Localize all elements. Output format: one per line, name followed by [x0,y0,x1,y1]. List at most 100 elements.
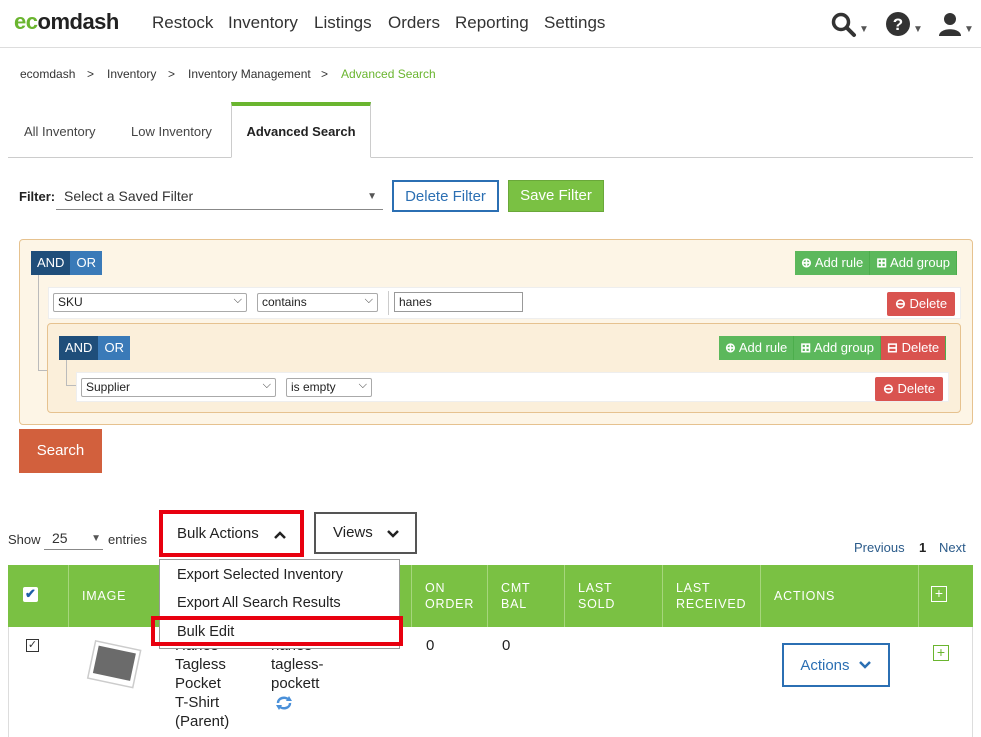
rule-operator-value: is empty [291,380,336,394]
search-button[interactable]: Search [19,429,102,473]
product-name-line: (Parent) [175,713,230,730]
delete-group-button[interactable]: ⊟ Delete [881,336,947,360]
user-icon[interactable]: ▼ [939,12,974,42]
chevron-down-icon: ⌵ [233,294,242,306]
chevron-down-icon [387,530,399,538]
column-last-sold[interactable]: LAST SOLD [578,580,615,612]
column-divider [918,565,919,627]
sku-line: pockett [271,675,320,692]
delete-filter-button[interactable]: Delete Filter [392,180,499,212]
menu-export-all-search-results[interactable]: Export All Search Results [177,595,341,611]
column-on-order[interactable]: ON ORDER [425,580,474,612]
add-group-button[interactable]: ⊞ Add group [794,336,882,360]
and-or-toggle[interactable]: AND OR [31,251,102,275]
column-sold-line2: SOLD [578,597,616,611]
on-order-value: 0 [426,637,435,654]
add-group-button[interactable]: ⊞ Add group [870,251,958,275]
delete-rule-button[interactable]: ⊖ Delete [875,377,944,401]
nav-orders[interactable]: Orders [388,13,440,33]
column-recv-line1: LAST [676,581,711,595]
add-group-label: Add group [890,255,951,270]
pagination-previous[interactable]: Previous [854,540,905,555]
chevron-down-icon: ⌵ [262,379,271,391]
column-divider [487,565,488,627]
column-divider [411,565,412,627]
show-label: Show [8,532,41,547]
pagination-page-1[interactable]: 1 [919,540,926,555]
column-divider [760,565,761,627]
delete-label: Delete [909,296,948,311]
views-button[interactable]: Views [314,512,417,554]
product-name-line: Tagless [175,656,226,673]
rule-operator-select[interactable]: is empty ⌵ [286,378,372,397]
plus-circle-icon: ⊕ [801,255,812,270]
ecomdash-logo[interactable]: ecomdash [14,9,119,35]
rule-field-select[interactable]: Supplier ⌵ [81,378,276,397]
sync-icon[interactable] [275,696,293,710]
sku-line: tagless- [271,656,324,673]
bulk-actions-label: Bulk Actions [177,525,259,542]
column-on-order-line2: ORDER [425,597,475,611]
tab-low-inventory[interactable]: Low Inventory [131,124,212,139]
pagination-next[interactable]: Next [939,540,966,555]
row-checkbox[interactable]: ✓ [26,639,39,652]
chevron-down-icon [858,661,871,669]
or-option[interactable]: OR [98,336,130,360]
divider [388,291,389,315]
nested-and-or-toggle[interactable]: AND OR [59,336,130,360]
column-divider [662,565,663,627]
help-icon[interactable]: ? ▼ [886,12,923,42]
tab-all-inventory[interactable]: All Inventory [24,124,96,139]
expand-row-icon[interactable]: + [933,645,949,661]
product-name-line: Pocket [175,675,221,692]
and-option[interactable]: AND [31,251,71,275]
nav-reporting[interactable]: Reporting [455,13,529,33]
entries-count: 25 [52,530,68,546]
or-option[interactable]: OR [70,251,102,275]
bulk-edit-highlight [151,616,403,646]
logo-e: e [14,9,26,34]
saved-filter-select[interactable]: Select a Saved Filter ▼ [56,186,383,210]
delete-label: Delete [901,340,940,355]
column-image[interactable]: IMAGE [82,588,126,604]
rule-value-input[interactable]: hanes [394,292,523,312]
column-cmt-bal[interactable]: CMT BAL [501,580,530,612]
nav-settings[interactable]: Settings [544,13,605,33]
nav-restock[interactable]: Restock [152,13,213,33]
add-group-label: Add group [814,340,875,355]
breadcrumb-ecomdash[interactable]: ecomdash [20,67,75,81]
search-icon[interactable]: ▼ [831,12,869,44]
rule-operator-select[interactable]: contains ⌵ [257,293,378,312]
select-all-checkbox[interactable]: ✔ [23,587,38,602]
plus-circle-icon: ⊕ [725,340,736,355]
expand-all-icon[interactable]: + [931,586,947,602]
and-option[interactable]: AND [59,336,99,360]
delete-label: Delete [897,381,936,396]
top-navbar: ecomdash Restock Inventory Listings Orde… [0,0,981,48]
menu-export-selected-inventory[interactable]: Export Selected Inventory [177,567,343,583]
column-last-received[interactable]: LAST RECEIVED [676,580,746,612]
rule-field-select[interactable]: SKU ⌵ [53,293,247,312]
breadcrumb-inventory-management[interactable]: Inventory Management [188,67,311,81]
entries-select[interactable]: 25 ▼ [44,528,103,550]
views-label: Views [333,524,373,541]
add-rule-button[interactable]: ⊕ Add rule [795,251,871,275]
cmt-bal-value: 0 [502,637,511,654]
plus-square-icon: ⊞ [876,255,888,270]
breadcrumb-separator: > [168,67,176,81]
logo-o: c [25,9,38,34]
chevron-down-icon: ▼ [964,24,974,35]
bulk-actions-button[interactable]: Bulk Actions [159,510,304,557]
product-name[interactable]: Hanes Tagless Pocket T-Shirt (Parent) [175,636,229,731]
breadcrumb-inventory[interactable]: Inventory [107,67,156,81]
row-actions-button[interactable]: Actions [782,643,890,687]
tab-advanced-search[interactable]: Advanced Search [231,102,371,158]
row-actions-label: Actions [800,657,850,674]
delete-rule-button[interactable]: ⊖ Delete [887,292,956,316]
nav-inventory[interactable]: Inventory [228,13,298,33]
nav-listings[interactable]: Listings [314,13,372,33]
minus-square-icon: ⊟ [887,340,898,355]
group-buttons: ⊕ Add rule ⊞ Add group [795,251,958,275]
add-rule-button[interactable]: ⊕ Add rule [719,336,795,360]
save-filter-button[interactable]: Save Filter [508,180,604,212]
